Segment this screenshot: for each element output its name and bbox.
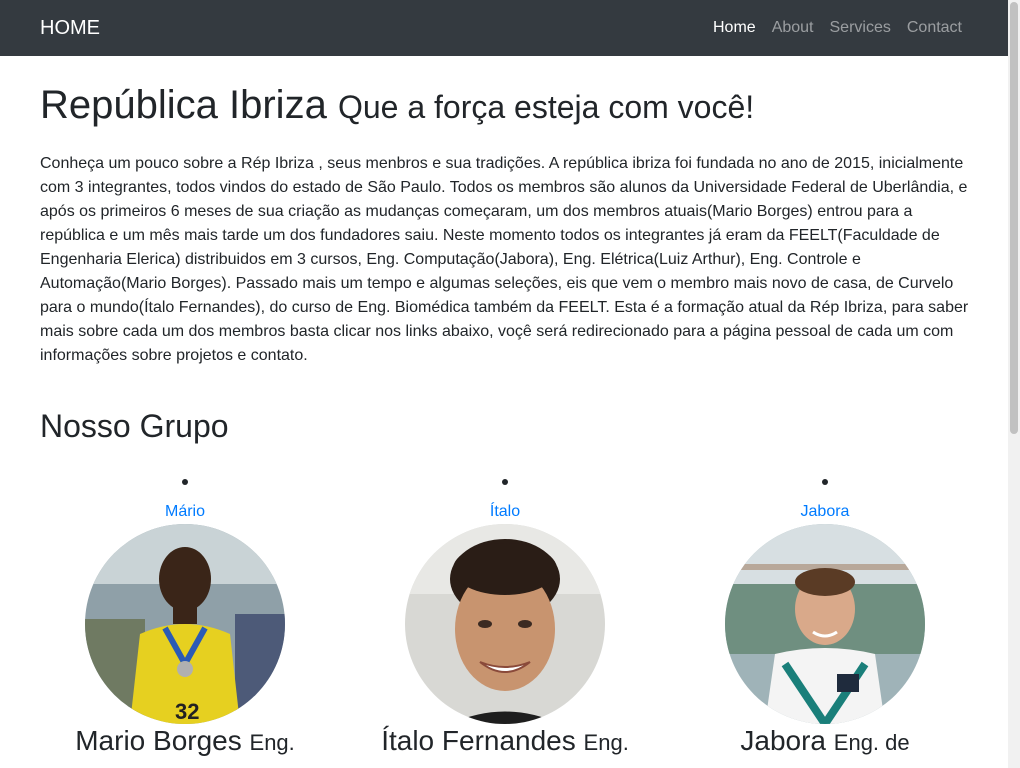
page-title-main: República Ibriza [40, 83, 327, 127]
member-card-mario: Mário 32 Mario Borges Eng. [35, 472, 335, 760]
nav-link-about[interactable]: About [772, 17, 814, 39]
page-subtitle: Que a força esteja com você! [337, 89, 755, 125]
member-link-italo[interactable]: Ítalo [490, 502, 520, 522]
member-course-mario: Eng. [249, 730, 295, 755]
vertical-scrollbar[interactable] [1008, 0, 1020, 768]
member-name-jabora: Jabora Eng. de [675, 724, 975, 760]
member-course-jabora: Eng. de [833, 730, 910, 755]
brand-home-link[interactable]: HOME [40, 16, 100, 40]
member-name-mario: Mario Borges Eng. [35, 724, 335, 760]
member-card-jabora: Jabora Jabora Eng. de [675, 472, 975, 760]
member-link-jabora[interactable]: Jabora [801, 502, 850, 522]
navbar: HOME Home About Services Contact [0, 0, 1008, 56]
scrollbar-thumb[interactable] [1010, 2, 1018, 434]
list-bullet [822, 479, 828, 485]
avatar-italo[interactable] [405, 524, 605, 724]
member-name-italo: Ítalo Fernandes Eng. [355, 724, 655, 760]
nav-link-contact[interactable]: Contact [907, 17, 962, 39]
nav-link-services[interactable]: Services [830, 17, 891, 39]
avatar-mario-image: 32 [85, 524, 285, 724]
svg-text:32: 32 [175, 699, 199, 724]
avatar-italo-image [405, 524, 605, 724]
list-bullet [502, 479, 508, 485]
member-card-italo: Ítalo Ítalo Fernandes Eng. [355, 472, 655, 760]
member-name-jabora-text: Jabora [740, 725, 826, 756]
avatar-jabora[interactable] [725, 524, 925, 724]
intro-paragraph: Conheça um pouco sobre a Rép Ibriza , se… [40, 155, 969, 364]
avatar-jabora-image [725, 524, 925, 724]
nav-links: Home About Services Contact [697, 17, 962, 39]
nav-link-home[interactable]: Home [713, 17, 756, 39]
member-course-italo: Eng. [583, 730, 629, 755]
member-name-mario-text: Mario Borges [75, 725, 242, 756]
list-bullet [182, 479, 188, 485]
member-name-italo-text: Ítalo Fernandes [381, 725, 576, 756]
group-heading: Nosso Grupo [40, 408, 229, 444]
avatar-mario[interactable]: 32 [85, 524, 285, 724]
page-title: República Ibriza Que a força esteja com … [40, 83, 754, 129]
member-link-mario[interactable]: Mário [165, 502, 205, 522]
